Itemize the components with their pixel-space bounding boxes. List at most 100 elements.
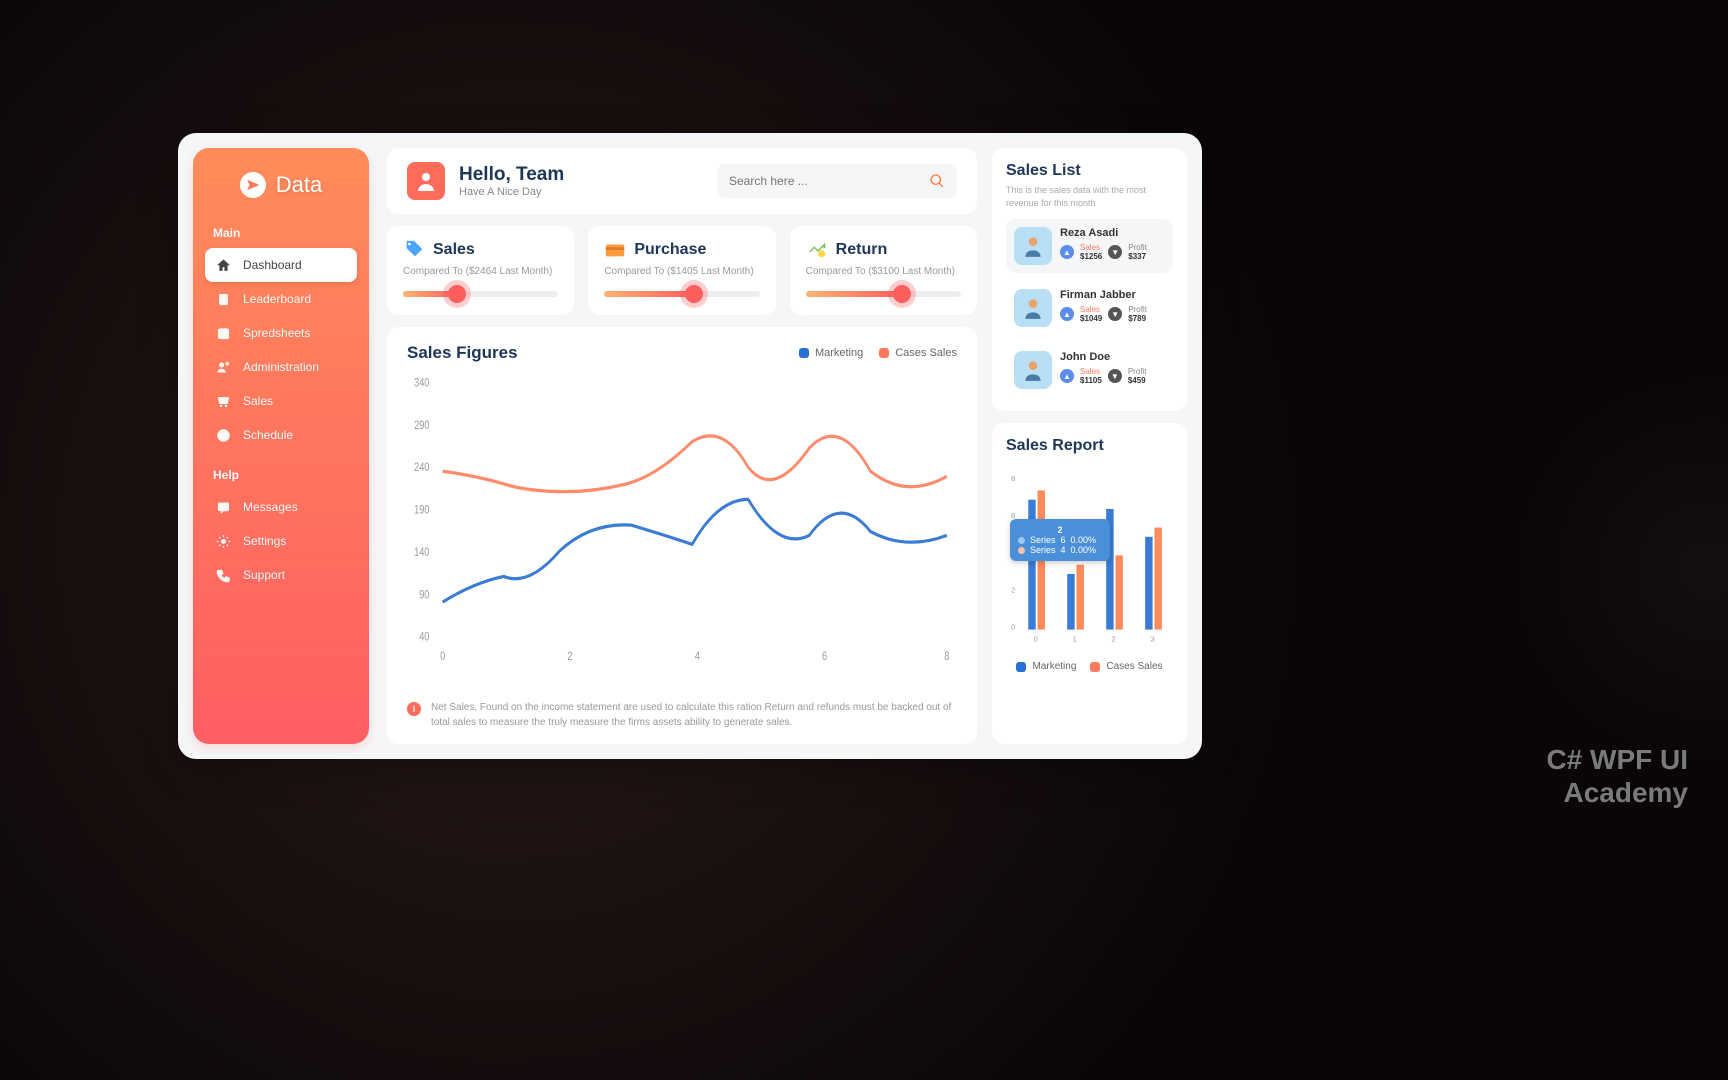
sidebar-item-label: Schedule bbox=[243, 428, 293, 442]
info-icon: i bbox=[407, 702, 421, 716]
arrow-up-icon: ▲ bbox=[1060, 369, 1074, 383]
sidebar-item-label: Dashboard bbox=[243, 258, 302, 272]
svg-text:190: 190 bbox=[414, 505, 429, 517]
check-circle-icon bbox=[215, 427, 231, 443]
bar-chart: 864 20 0123 2 Series 6 0.00% Series 4 0.… bbox=[1006, 465, 1173, 655]
message-icon bbox=[215, 499, 231, 515]
calendar-icon bbox=[215, 325, 231, 341]
cart-icon bbox=[215, 393, 231, 409]
money-icon bbox=[806, 240, 828, 260]
svg-text:0: 0 bbox=[1034, 635, 1038, 644]
kpi-sub: Compared To ($2464 Last Month) bbox=[403, 266, 558, 277]
sidebar-item-dashboard[interactable]: Dashboard bbox=[205, 248, 357, 282]
user-avatar-icon bbox=[1014, 289, 1052, 327]
nav-section-main: Main bbox=[213, 226, 357, 240]
user-gear-icon bbox=[215, 359, 231, 375]
header-card: Hello, Team Have A Nice Day bbox=[387, 148, 977, 214]
kpi-card-sales: Sales Compared To ($2464 Last Month) bbox=[387, 226, 574, 315]
kpi-sub: Compared To ($3100 Last Month) bbox=[806, 266, 961, 277]
right-column: Sales List This is the sales data with t… bbox=[992, 133, 1202, 759]
sidebar-item-label: Sales bbox=[243, 394, 273, 408]
sidebar-item-support[interactable]: Support bbox=[205, 558, 357, 592]
sales-report-title: Sales Report bbox=[1006, 437, 1173, 455]
svg-text:4: 4 bbox=[695, 651, 700, 663]
sales-list-card: Sales List This is the sales data with t… bbox=[992, 148, 1187, 411]
person-name: Reza Asadi bbox=[1060, 227, 1165, 239]
sidebar-item-label: Messages bbox=[243, 500, 298, 514]
kpi-card-purchase: Purchase Compared To ($1405 Last Month) bbox=[588, 226, 775, 315]
svg-text:2: 2 bbox=[567, 651, 572, 663]
sidebar-item-label: Spredsheets bbox=[243, 326, 310, 340]
sales-list-title: Sales List bbox=[1006, 162, 1173, 180]
phone-icon bbox=[215, 567, 231, 583]
svg-text:3: 3 bbox=[1151, 635, 1155, 644]
kpi-row: Sales Compared To ($2464 Last Month) Pur… bbox=[387, 226, 977, 315]
kpi-slider[interactable] bbox=[403, 291, 558, 297]
user-avatar-icon bbox=[1014, 227, 1052, 265]
watermark: C# WPF UI Academy bbox=[1546, 743, 1688, 810]
sidebar-item-spreadsheets[interactable]: Spredsheets bbox=[205, 316, 357, 350]
kpi-title: Purchase bbox=[634, 241, 706, 259]
main-column: Hello, Team Have A Nice Day Sales Compar… bbox=[369, 133, 992, 759]
sidebar-item-messages[interactable]: Messages bbox=[205, 490, 357, 524]
sidebar-item-label: Administration bbox=[243, 360, 319, 374]
svg-text:140: 140 bbox=[414, 547, 429, 559]
sidebar-item-label: Support bbox=[243, 568, 285, 582]
search-icon bbox=[929, 173, 945, 189]
brand-icon bbox=[240, 172, 266, 198]
list-item[interactable]: Firman Jabber ▲ Sales$1049 ▼ Profit$789 bbox=[1006, 281, 1173, 335]
legend-label: Marketing bbox=[815, 347, 863, 359]
svg-text:40: 40 bbox=[419, 632, 429, 644]
sales-list-sub: This is the sales data with the most rev… bbox=[1006, 184, 1173, 209]
legend-label: Marketing bbox=[1032, 661, 1076, 672]
sales-figures-card: Sales Figures Marketing Cases Sales 3402… bbox=[387, 327, 977, 744]
svg-text:2: 2 bbox=[1011, 586, 1015, 595]
svg-text:90: 90 bbox=[419, 589, 429, 601]
sidebar-item-schedule[interactable]: Schedule bbox=[205, 418, 357, 452]
svg-text:6: 6 bbox=[822, 651, 827, 663]
search-input[interactable] bbox=[729, 174, 929, 188]
person-name: Firman Jabber bbox=[1060, 289, 1165, 301]
kpi-slider[interactable] bbox=[604, 291, 759, 297]
svg-text:2: 2 bbox=[1112, 635, 1116, 644]
svg-text:8: 8 bbox=[944, 651, 949, 663]
sidebar-item-label: Settings bbox=[243, 534, 286, 548]
page-title: Hello, Team bbox=[459, 164, 564, 186]
clipboard-icon bbox=[215, 291, 231, 307]
app-window: Data Main Dashboard Leaderboard Spredshe… bbox=[178, 133, 1202, 759]
sidebar-item-settings[interactable]: Settings bbox=[205, 524, 357, 558]
arrow-up-icon: ▲ bbox=[1060, 245, 1074, 259]
nav-section-help: Help bbox=[213, 468, 357, 482]
brand: Data bbox=[205, 172, 357, 198]
sidebar-item-administration[interactable]: Administration bbox=[205, 350, 357, 384]
sidebar-item-label: Leaderboard bbox=[243, 292, 311, 306]
tooltip-header: 2 bbox=[1018, 525, 1102, 535]
card-icon bbox=[604, 240, 626, 260]
report-legend: Marketing Cases Sales bbox=[1006, 661, 1173, 672]
sidebar-item-sales[interactable]: Sales bbox=[205, 384, 357, 418]
legend-label: Cases Sales bbox=[895, 347, 957, 359]
svg-text:8: 8 bbox=[1011, 474, 1015, 483]
person-name: John Doe bbox=[1060, 351, 1165, 363]
svg-text:290: 290 bbox=[414, 420, 429, 432]
page-subtitle: Have A Nice Day bbox=[459, 186, 564, 198]
legend-label: Cases Sales bbox=[1106, 661, 1162, 672]
kpi-title: Return bbox=[836, 241, 888, 259]
arrow-down-icon: ▼ bbox=[1108, 369, 1122, 383]
line-chart: 340290240 19014090 40 024 68 bbox=[407, 371, 957, 692]
search-box[interactable] bbox=[717, 164, 957, 198]
list-item[interactable]: Reza Asadi ▲ Sales$1256 ▼ Profit$337 bbox=[1006, 219, 1173, 273]
tag-icon bbox=[403, 240, 425, 260]
list-item[interactable]: John Doe ▲ Sales$1105 ▼ Profit$459 bbox=[1006, 343, 1173, 397]
arrow-down-icon: ▼ bbox=[1108, 245, 1122, 259]
sidebar-item-leaderboard[interactable]: Leaderboard bbox=[205, 282, 357, 316]
chart-legend: Marketing Cases Sales bbox=[799, 347, 957, 359]
arrow-up-icon: ▲ bbox=[1060, 307, 1074, 321]
arrow-down-icon: ▼ bbox=[1108, 307, 1122, 321]
chart-title: Sales Figures bbox=[407, 343, 518, 363]
kpi-slider[interactable] bbox=[806, 291, 961, 297]
kpi-title: Sales bbox=[433, 241, 475, 259]
chart-tooltip: 2 Series 6 0.00% Series 4 0.00% bbox=[1010, 519, 1110, 561]
sidebar: Data Main Dashboard Leaderboard Spredshe… bbox=[193, 148, 369, 744]
chart-footer-note: Net Sales, Found on the income statement… bbox=[431, 700, 957, 730]
